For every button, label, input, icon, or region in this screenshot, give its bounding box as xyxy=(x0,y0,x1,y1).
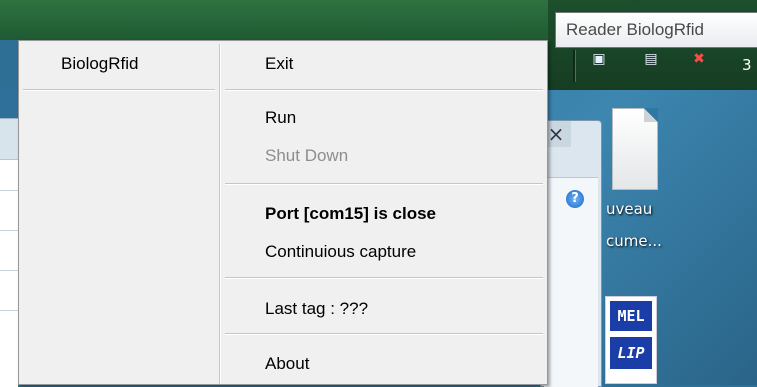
menu-item-shut-down: Shut Down xyxy=(265,146,349,165)
clock[interactable]: 3 xyxy=(742,56,752,74)
menu-item-run[interactable]: Run xyxy=(265,103,296,133)
tray-tooltip: Reader BiologRfid xyxy=(555,12,757,48)
menu-item-exit[interactable]: Exit xyxy=(265,49,293,79)
menu-separator xyxy=(225,277,543,279)
network-icon[interactable]: ▤ xyxy=(642,50,660,68)
menu-item-last-tag[interactable]: Last tag : ??? xyxy=(265,294,368,324)
desktop-icon-label[interactable]: cume... xyxy=(606,232,662,250)
badge-top-text: MEL xyxy=(610,301,652,331)
window-body xyxy=(0,159,18,387)
divider xyxy=(0,230,18,231)
context-menu: BiologRfid Exit Run Shut Down Port [com1… xyxy=(18,40,548,385)
menu-header-biologrfid[interactable]: BiologRfid xyxy=(61,49,139,79)
divider xyxy=(0,270,18,271)
menu-item-port-status[interactable]: Port [com15] is close xyxy=(265,199,436,229)
desktop-icon-label[interactable]: uveau xyxy=(606,200,652,218)
menu-separator xyxy=(225,183,543,185)
menu-separator xyxy=(225,333,543,335)
column-separator xyxy=(219,44,221,384)
menu-item-about[interactable]: About xyxy=(265,349,309,379)
background-window-right: × xyxy=(540,120,602,387)
window-icon[interactable]: ▣ xyxy=(590,50,608,68)
window-body xyxy=(544,177,598,387)
document-icon[interactable] xyxy=(612,108,658,190)
badge-bottom-text: LIP xyxy=(610,337,652,369)
menu-separator xyxy=(23,89,215,91)
menu-separator xyxy=(225,89,543,91)
divider xyxy=(0,190,18,191)
volume-muted-icon[interactable]: ✖ xyxy=(690,50,708,68)
app-shortcut-icon[interactable]: MEL LIP xyxy=(605,296,657,384)
background-window-left xyxy=(0,118,18,387)
tray-divider xyxy=(573,50,576,82)
help-icon[interactable]: ? xyxy=(566,190,584,208)
menu-item-continuous-capture[interactable]: Continuious capture xyxy=(265,237,416,267)
divider xyxy=(0,310,18,311)
